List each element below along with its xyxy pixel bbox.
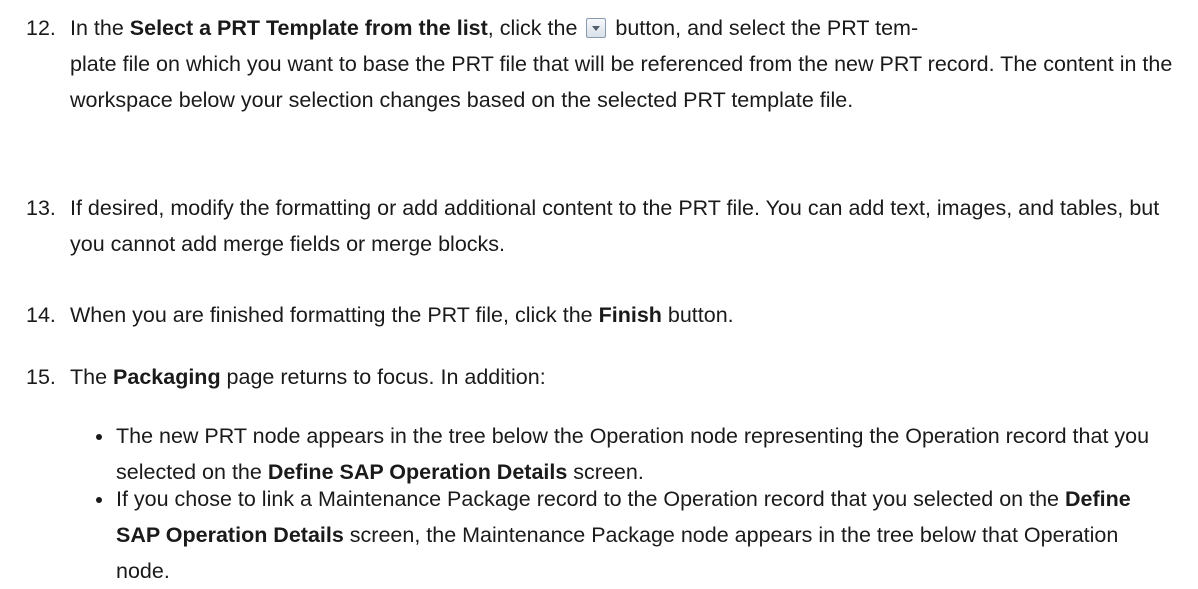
step-text-segment: , click the	[487, 16, 584, 40]
step-text-segment: The	[70, 365, 114, 389]
step-text: When you are finished formatting the PRT…	[70, 297, 1190, 333]
step-15: 15. The Packaging page returns to focus.…	[0, 359, 1190, 395]
dropdown-button-icon	[586, 18, 607, 38]
step-text: If desired, modify the formatting or add…	[70, 196, 1160, 256]
step-14: 14. When you are finished formatting the…	[0, 297, 1190, 333]
step-text-segment: button.	[661, 303, 734, 327]
bullet-text: If you chose to link a Maintenance Packa…	[116, 481, 1176, 589]
bullet-dot-icon	[96, 434, 102, 440]
bullet-text-segment: If you chose to link a Maintenance Packa…	[116, 487, 1065, 511]
bullet-dot-icon	[96, 497, 102, 503]
bullet-item: If you chose to link a Maintenance Packa…	[0, 481, 1176, 589]
step-text-continuation: plate file on which you want to base the…	[70, 52, 1173, 112]
step-text-segment: In the	[70, 16, 130, 40]
step-text-segment: button, and select the PRT tem-	[609, 16, 919, 40]
step-number: 12.	[26, 16, 56, 40]
step-text-segment: When you are finished formatting the PRT…	[70, 303, 599, 327]
step-number: 15.	[26, 365, 56, 389]
bullet-text: The new PRT node appears in the tree bel…	[116, 418, 1176, 490]
step-12: 12. In the Select a PRT Template from th…	[0, 10, 1190, 118]
step-text: The Packaging page returns to focus. In …	[70, 359, 1190, 395]
step-13: 13. If desired, modify the formatting or…	[0, 190, 1190, 262]
step-number: 13.	[26, 196, 56, 220]
step-number: 14.	[26, 303, 56, 327]
step-text: In the Select a PRT Template from the li…	[70, 10, 1190, 118]
ui-label-select-prt-template: Select a PRT Template from the list	[129, 16, 488, 40]
ui-label-finish: Finish	[598, 303, 662, 327]
ui-label-packaging: Packaging	[113, 365, 221, 389]
bullet-item: The new PRT node appears in the tree bel…	[0, 418, 1176, 490]
step-text-segment: page returns to focus. In addition:	[220, 365, 546, 389]
